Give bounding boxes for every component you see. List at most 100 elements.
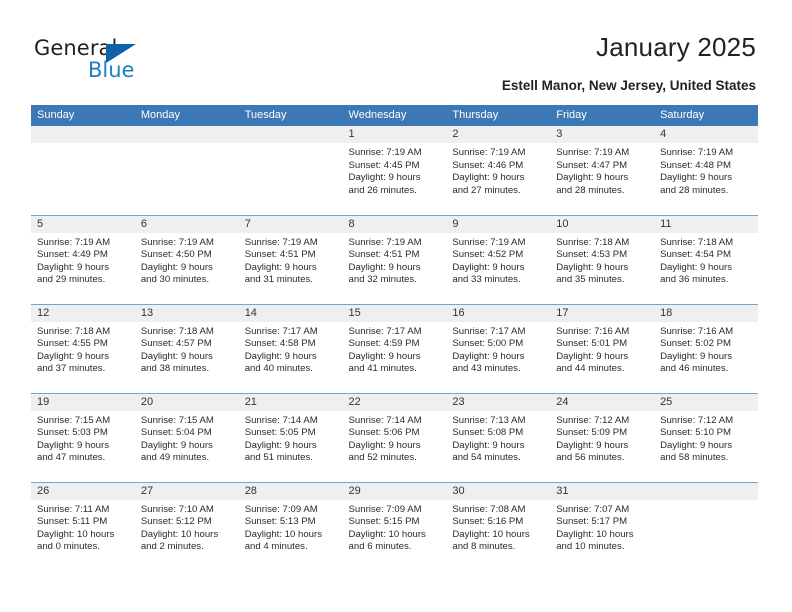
daylight-text-line1: Daylight: 9 hours xyxy=(37,439,109,451)
sunrise-text: Sunrise: 7:19 AM xyxy=(348,147,422,158)
calendar-week-row: 1 Sunrise: 7:19 AM Sunset: 4:45 PM Daylight… xyxy=(31,126,758,215)
sunrise-text: Sunrise: 7:09 AM xyxy=(244,503,318,515)
calendar-week-row: 19 Sunrise: 7:15 AM Sunset: 5:03 PM Dayligh… xyxy=(31,392,758,482)
daylight-text-line1: Daylight: 10 hours xyxy=(244,528,323,540)
calendar-day-cell[interactable]: 1 Sunrise: 7:19 AM Sunset: 4:45 PM Daylight… xyxy=(342,126,447,215)
calendar-day-cell[interactable]: 11 Sunrise: 7:18 AM Sunset: 4:54 PM Dayligh… xyxy=(654,214,758,304)
calendar-day-cell[interactable]: 29 Sunrise: 7:09 AM Sunset: 5:15 PM Dayligh… xyxy=(342,481,447,571)
daylight-text-line2: and 26 minutes. xyxy=(348,184,417,196)
day-number: 17 xyxy=(550,304,655,322)
general-blue-logo[interactable]: General Blue xyxy=(34,36,224,88)
daylight-text-line1: Daylight: 9 hours xyxy=(556,350,629,362)
calendar-day-cell[interactable]: 19 Sunrise: 7:15 AM Sunset: 5:03 PM Dayligh… xyxy=(31,392,135,482)
column-header-thursday: Thursday xyxy=(446,105,551,126)
calendar-day-cell[interactable]: 5 Sunrise: 7:19 AM Sunset: 4:49 PM Daylight… xyxy=(31,214,135,304)
day-number: 12 xyxy=(31,304,135,322)
sunset-text: Sunset: 4:45 PM xyxy=(348,159,420,171)
calendar-body: 1 Sunrise: 7:19 AM Sunset: 4:45 PM Daylight… xyxy=(31,126,758,571)
daylight-text-line1: Daylight: 9 hours xyxy=(348,439,421,451)
calendar-day-cell[interactable]: 18 Sunrise: 7:16 AM Sunset: 5:02 PM Dayligh… xyxy=(654,303,758,393)
calendar-day-cell[interactable]: 28 Sunrise: 7:09 AM Sunset: 5:13 PM Dayligh… xyxy=(238,481,343,571)
calendar-day-cell[interactable]: 24 Sunrise: 7:12 AM Sunset: 5:09 PM Dayligh… xyxy=(550,392,655,482)
daylight-text-line2: and 6 minutes. xyxy=(348,541,412,553)
sunrise-text: Sunrise: 7:19 AM xyxy=(452,236,526,248)
sunset-text: Sunset: 5:12 PM xyxy=(140,516,212,528)
sunrise-text: Sunrise: 7:14 AM xyxy=(348,414,422,426)
day-number: 22 xyxy=(342,393,447,411)
column-header-saturday: Saturday xyxy=(654,105,758,126)
day-details: Sunrise: 7:14 AM Sunset: 5:06 PM Daylight:… xyxy=(343,411,447,465)
daylight-text-line2: and 31 minutes. xyxy=(244,274,313,286)
logo-text-general: General xyxy=(34,36,118,60)
sunset-text: Sunset: 5:15 PM xyxy=(348,516,420,528)
column-header-monday: Monday xyxy=(134,105,239,126)
day-details: Sunrise: 7:09 AM Sunset: 5:15 PM Daylight:… xyxy=(343,500,447,554)
day-number: 28 xyxy=(238,482,343,500)
sunrise-text: Sunrise: 7:07 AM xyxy=(556,503,630,515)
sunset-text: Sunset: 5:01 PM xyxy=(556,338,628,350)
day-details: Sunrise: 7:15 AM Sunset: 5:03 PM Daylight:… xyxy=(31,411,135,465)
calendar-week-row: 12 Sunrise: 7:18 AM Sunset: 4:55 PM Dayligh… xyxy=(31,303,758,393)
calendar-day-cell[interactable]: 12 Sunrise: 7:18 AM Sunset: 4:55 PM Dayligh… xyxy=(31,303,135,393)
calendar-day-cell[interactable]: 21 Sunrise: 7:14 AM Sunset: 5:05 PM Dayligh… xyxy=(238,392,343,482)
sunset-text: Sunset: 4:49 PM xyxy=(37,249,108,261)
day-details: Sunrise: 7:07 AM Sunset: 5:17 PM Daylight:… xyxy=(550,500,654,554)
sunset-text: Sunset: 4:58 PM xyxy=(244,338,316,350)
day-details: Sunrise: 7:19 AM Sunset: 4:52 PM Daylight:… xyxy=(446,233,550,287)
calendar-day-cell[interactable]: 27 Sunrise: 7:10 AM Sunset: 5:12 PM Dayligh… xyxy=(134,481,239,571)
daylight-text-line2: and 33 minutes. xyxy=(452,274,521,286)
calendar-day-cell[interactable]: 17 Sunrise: 7:16 AM Sunset: 5:01 PM Dayligh… xyxy=(550,303,655,393)
sunrise-text: Sunrise: 7:11 AM xyxy=(37,503,110,515)
calendar-day-cell[interactable]: 7 Sunrise: 7:19 AM Sunset: 4:51 PM Daylight… xyxy=(238,214,343,304)
daylight-text-line2: and 43 minutes. xyxy=(452,363,521,375)
calendar-day-cell[interactable]: 2 Sunrise: 7:19 AM Sunset: 4:46 PM Daylight… xyxy=(446,126,551,215)
calendar-day-cell[interactable]: 15 Sunrise: 7:17 AM Sunset: 4:59 PM Dayligh… xyxy=(342,303,447,393)
calendar-day-cell[interactable]: 20 Sunrise: 7:15 AM Sunset: 5:04 PM Dayligh… xyxy=(134,392,239,482)
daylight-text-line1: Daylight: 9 hours xyxy=(348,350,421,362)
calendar-day-cell[interactable]: 25 Sunrise: 7:12 AM Sunset: 5:10 PM Dayligh… xyxy=(654,392,758,482)
calendar-cell-empty xyxy=(654,481,758,571)
calendar-day-cell[interactable]: 13 Sunrise: 7:18 AM Sunset: 4:57 PM Dayligh… xyxy=(134,303,239,393)
daylight-text-line1: Daylight: 9 hours xyxy=(140,350,213,362)
daylight-text-line2: and 28 minutes. xyxy=(660,184,729,196)
daylight-text-line1: Daylight: 10 hours xyxy=(452,528,530,540)
calendar-day-cell[interactable]: 16 Sunrise: 7:17 AM Sunset: 5:00 PM Dayligh… xyxy=(446,303,551,393)
calendar-day-cell[interactable]: 6 Sunrise: 7:19 AM Sunset: 4:50 PM Daylight… xyxy=(134,214,239,304)
day-number xyxy=(31,126,135,143)
sunset-text: Sunset: 5:17 PM xyxy=(556,516,628,528)
daylight-text-line2: and 58 minutes. xyxy=(660,452,729,464)
calendar-week-row: 26 Sunrise: 7:11 AM Sunset: 5:11 PM Dayligh… xyxy=(31,481,758,571)
sunset-text: Sunset: 4:54 PM xyxy=(660,249,731,261)
calendar-day-cell[interactable]: 26 Sunrise: 7:11 AM Sunset: 5:11 PM Dayligh… xyxy=(31,481,135,571)
calendar-day-cell[interactable]: 22 Sunrise: 7:14 AM Sunset: 5:06 PM Dayligh… xyxy=(342,392,447,482)
day-number: 6 xyxy=(134,215,239,233)
daylight-text-line1: Daylight: 9 hours xyxy=(556,172,629,184)
sunrise-text: Sunrise: 7:18 AM xyxy=(140,325,214,337)
calendar-day-cell[interactable]: 14 Sunrise: 7:17 AM Sunset: 4:58 PM Dayligh… xyxy=(238,303,343,393)
day-details: Sunrise: 7:10 AM Sunset: 5:12 PM Daylight:… xyxy=(135,500,239,554)
calendar-day-cell[interactable]: 31 Sunrise: 7:07 AM Sunset: 5:17 PM Dayligh… xyxy=(550,481,655,571)
calendar-day-cell[interactable]: 10 Sunrise: 7:18 AM Sunset: 4:53 PM Dayligh… xyxy=(550,214,655,304)
calendar-day-cell[interactable]: 9 Sunrise: 7:19 AM Sunset: 4:52 PM Daylight… xyxy=(446,214,551,304)
daylight-text-line2: and 30 minutes. xyxy=(140,274,210,286)
daylight-text-line2: and 40 minutes. xyxy=(244,363,313,375)
column-header-friday: Friday xyxy=(550,105,655,126)
daylight-text-line1: Daylight: 9 hours xyxy=(660,172,733,184)
daylight-text-line1: Daylight: 9 hours xyxy=(660,439,733,451)
day-number: 4 xyxy=(654,126,758,143)
sunset-text: Sunset: 4:55 PM xyxy=(37,338,108,350)
daylight-text-line2: and 56 minutes. xyxy=(556,452,625,464)
daylight-text-line2: and 49 minutes. xyxy=(140,452,210,464)
calendar-day-cell[interactable]: 30 Sunrise: 7:08 AM Sunset: 5:16 PM Dayligh… xyxy=(446,481,551,571)
daylight-text-line1: Daylight: 9 hours xyxy=(452,439,525,451)
daylight-text-line1: Daylight: 9 hours xyxy=(37,350,109,362)
day-number: 25 xyxy=(654,393,758,411)
calendar-day-cell[interactable]: 4 Sunrise: 7:19 AM Sunset: 4:48 PM Daylight… xyxy=(654,126,758,215)
daylight-text-line1: Daylight: 9 hours xyxy=(37,261,109,273)
sunrise-text: Sunrise: 7:17 AM xyxy=(452,325,526,337)
calendar-day-cell[interactable]: 23 Sunrise: 7:13 AM Sunset: 5:08 PM Dayligh… xyxy=(446,392,551,482)
calendar-day-cell[interactable]: 8 Sunrise: 7:19 AM Sunset: 4:51 PM Daylight… xyxy=(342,214,447,304)
day-number: 27 xyxy=(134,482,239,500)
calendar-day-cell[interactable]: 3 Sunrise: 7:19 AM Sunset: 4:47 PM Daylight… xyxy=(550,126,655,215)
sunrise-text: Sunrise: 7:08 AM xyxy=(452,503,526,515)
